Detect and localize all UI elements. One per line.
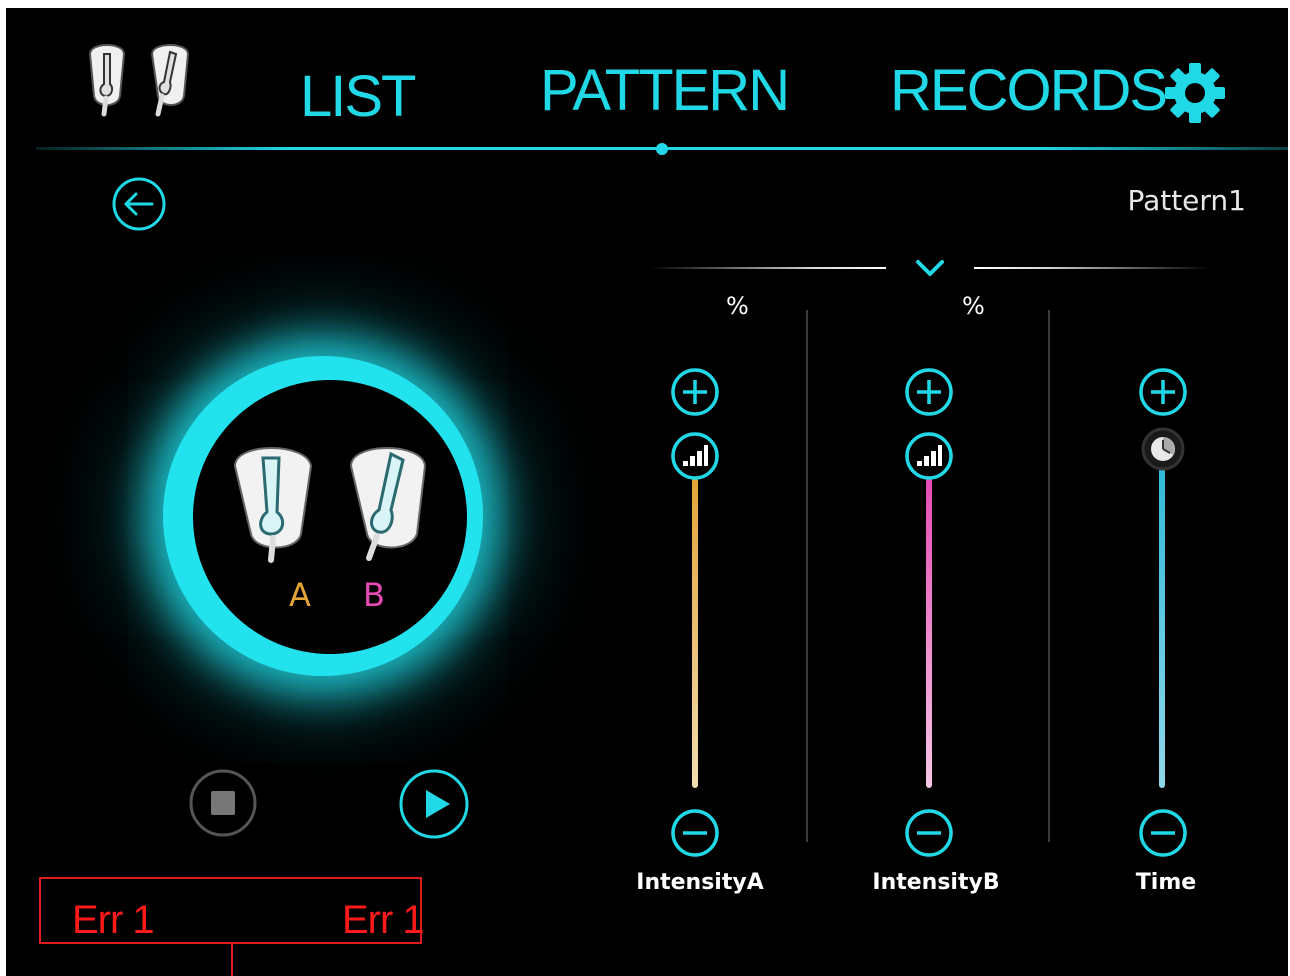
intensity-a-handle[interactable] [670, 431, 720, 481]
tab-list[interactable]: LIST [300, 68, 416, 126]
intensity-a-plus-button[interactable] [670, 367, 720, 417]
intensity-b-minus-button[interactable] [904, 808, 954, 858]
pattern-name: Pattern1 [1127, 184, 1246, 217]
app-screen: LIST PATTERN RECORDS Pattern1 A B Err 1 … [6, 8, 1288, 976]
stop-button[interactable] [188, 768, 258, 838]
intensity-a-minus-button[interactable] [670, 808, 720, 858]
play-icon [426, 790, 450, 818]
earpiece-a-icon [231, 438, 315, 568]
intensity-b-unit: % [962, 292, 985, 320]
minus-icon [671, 809, 719, 857]
error-right: Err 1 [342, 898, 425, 942]
channel-a-label: A [289, 576, 311, 614]
error-left: Err 1 [72, 898, 155, 942]
error-pointer-line [231, 944, 233, 976]
time-handle[interactable] [1140, 426, 1186, 472]
intensity-a-track[interactable] [692, 478, 698, 788]
intensity-a-label: IntensityA [636, 870, 764, 895]
gear-icon[interactable] [1162, 60, 1228, 126]
intensity-a-unit: % [726, 292, 749, 320]
tab-records[interactable]: RECORDS [890, 62, 1168, 120]
chevron-down-icon[interactable] [912, 256, 948, 280]
minus-icon [1139, 809, 1187, 857]
column-separator [1048, 310, 1050, 842]
time-plus-button[interactable] [1138, 367, 1188, 417]
device-disc: A B [193, 380, 467, 654]
plus-icon [671, 368, 719, 416]
time-track[interactable] [1159, 460, 1165, 788]
clock-icon [1151, 437, 1175, 461]
intensity-b-handle[interactable] [904, 431, 954, 481]
back-arrow-icon[interactable] [110, 175, 168, 233]
earphones-icon[interactable] [80, 40, 198, 120]
time-minus-button[interactable] [1138, 808, 1188, 858]
panel-divider-left [650, 267, 886, 269]
active-tab-indicator [656, 143, 668, 155]
minus-icon [905, 809, 953, 857]
play-button[interactable] [398, 768, 470, 840]
earpiece-b-icon [345, 438, 429, 568]
column-separator [806, 310, 808, 842]
panel-divider-right [974, 267, 1210, 269]
plus-icon [1139, 368, 1187, 416]
intensity-b-plus-button[interactable] [904, 367, 954, 417]
intensity-b-label: IntensityB [872, 870, 1000, 895]
channel-b-label: B [363, 576, 385, 614]
tab-pattern[interactable]: PATTERN [540, 62, 790, 120]
intensity-b-track[interactable] [926, 478, 932, 788]
stop-icon [211, 791, 235, 815]
plus-icon [905, 368, 953, 416]
time-label: Time [1135, 870, 1197, 895]
